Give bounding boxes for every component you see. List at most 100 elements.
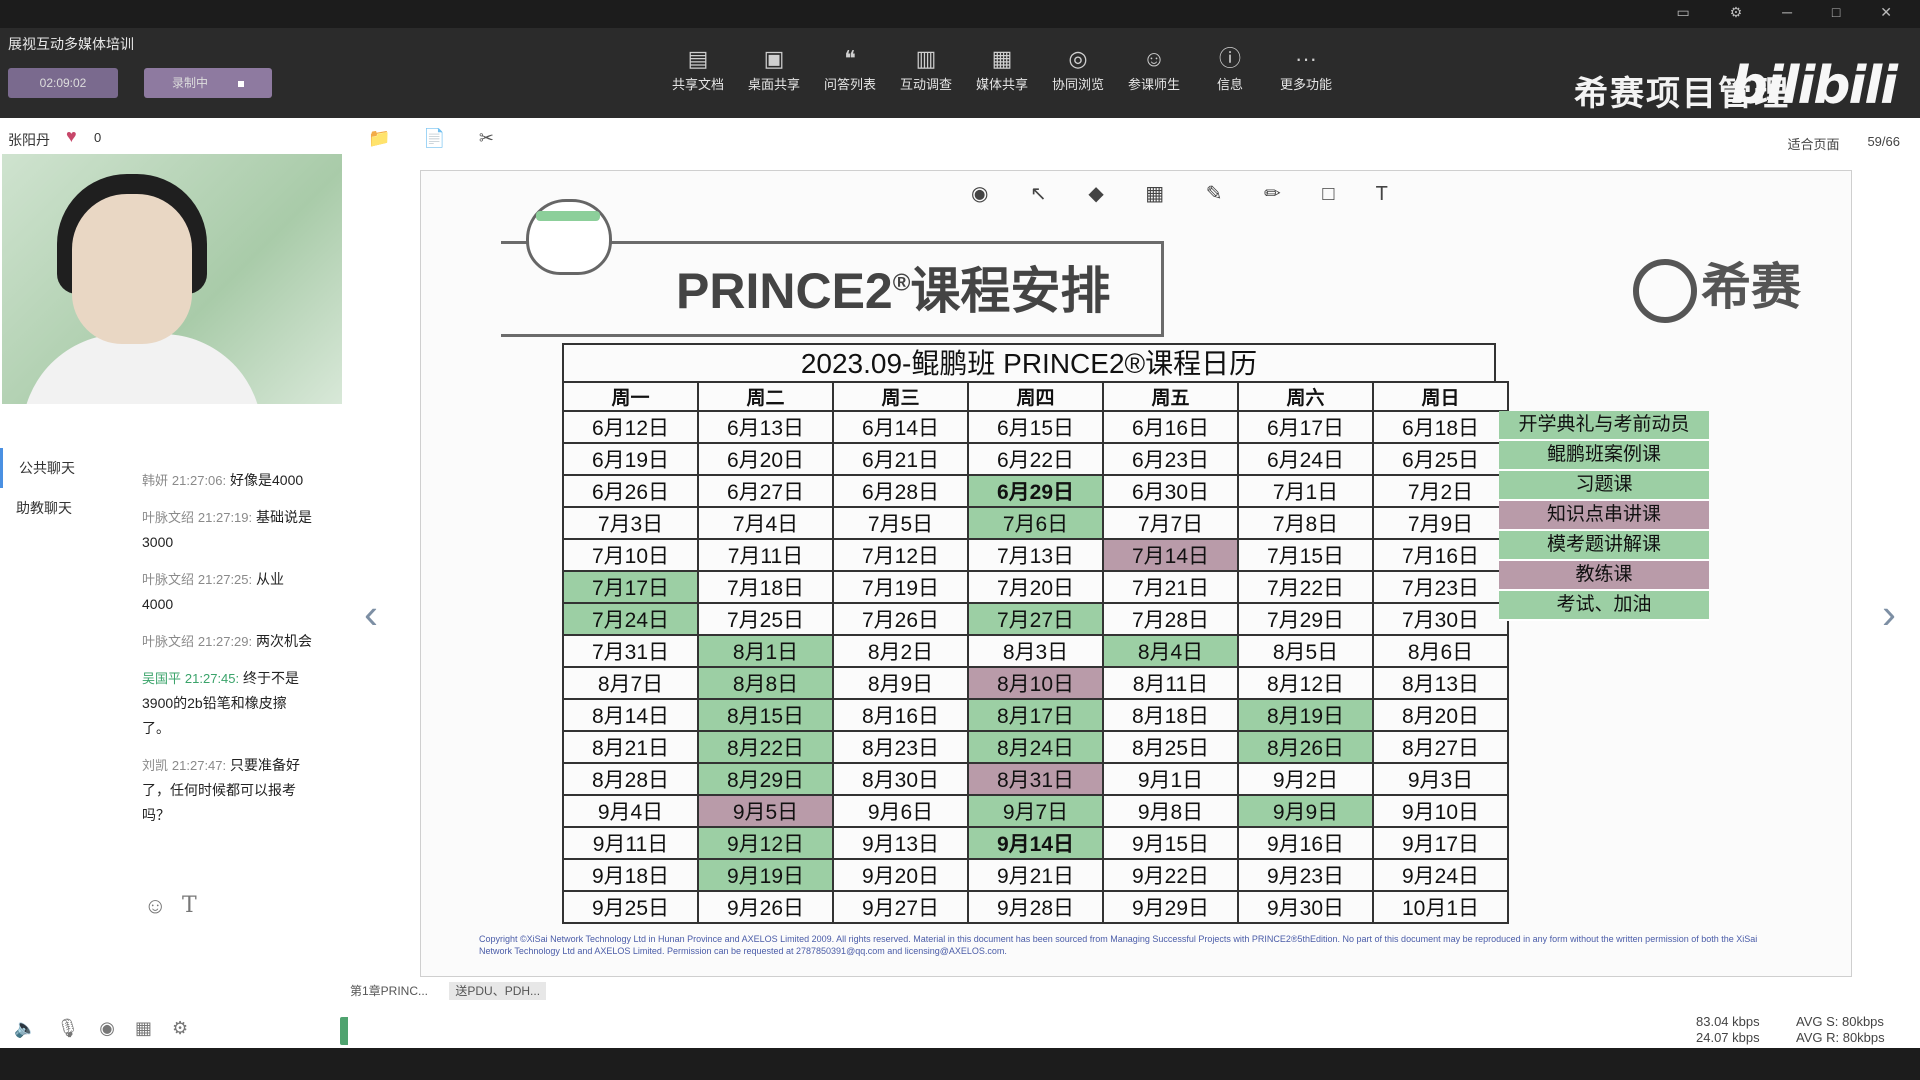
calendar-row: 9月18日 9月19日 9月20日 9月21日 9月22日 9月23日 9月24日: [562, 858, 1509, 892]
calendar-row: 7月24日 7月25日 7月26日 7月27日 7月28日 7月29日 7月30日: [562, 602, 1509, 636]
calendar-row: 7月31日 8月1日 8月2日 8月3日 8月4日 8月5日 8月6日: [562, 634, 1509, 668]
calendar-cell: 10月1日: [1372, 890, 1509, 924]
company-logo-icon: [1633, 258, 1697, 323]
calendar-row: 6月26日 6月27日 6月28日 6月29日 6月30日 7月1日 7月2日: [562, 474, 1509, 508]
slide-title: PRINCE2®课程安排: [676, 263, 1111, 319]
calendar-cell: 6月23日: [1102, 442, 1239, 476]
calendar-cell: 7月10日: [562, 538, 699, 572]
tool-qa-list[interactable]: ❝ 问答列表: [812, 44, 888, 93]
calendar-row: 8月28日 8月29日 8月30日 8月31日 9月1日 9月2日 9月3日: [562, 762, 1509, 796]
bar-chart-icon: ▥: [915, 46, 937, 71]
users-icon: ☺: [1142, 46, 1166, 71]
tool-media-share[interactable]: ▦ 媒体共享: [964, 44, 1040, 93]
calendar-cell: 7月1日: [1237, 474, 1374, 508]
calendar-cell: 7月7日: [1102, 506, 1239, 540]
calendar-row: 7月17日 7月18日 7月19日 7月20日 7月21日 7月22日 7月23日: [562, 570, 1509, 604]
calendar-cell: 9月6日: [832, 794, 969, 828]
calendar-cell: 8月21日: [562, 730, 699, 764]
calendar-title: 2023.09-鲲鹏班 PRINCE2®课程日历: [562, 343, 1496, 383]
tab-public-chat[interactable]: 公共聊天: [0, 448, 100, 488]
window-controls[interactable]: ▭ ⚙ ─ □ ✕: [1677, 4, 1910, 21]
chat-tabs: 公共聊天 助教聊天: [0, 448, 100, 528]
calendar-cell: 8月10日: [967, 666, 1104, 700]
calendar-cell: 8月8日: [697, 666, 834, 700]
calendar-cell: 8月2日: [832, 634, 969, 668]
tool-desktop-share[interactable]: ▣ 桌面共享: [736, 44, 812, 93]
heart-icon[interactable]: ♥: [66, 126, 77, 147]
prev-page-icon[interactable]: ‹: [364, 590, 378, 638]
calendar-cell: 8月6日: [1372, 634, 1509, 668]
doc-toolbar[interactable]: 📁 📄 ✂: [368, 128, 508, 149]
calendar-cell: 8月12日: [1237, 666, 1374, 700]
tab-assistant-chat[interactable]: 助教聊天: [0, 488, 100, 528]
calendar-cell: 7月24日: [562, 602, 699, 636]
calendar-cell: 6月16日: [1102, 410, 1239, 444]
page-mode[interactable]: 适合页面: [1787, 134, 1839, 153]
calendar-cell: 8月27日: [1372, 730, 1509, 764]
calendar-cell: 9月28日: [967, 890, 1104, 924]
avg-send: AVG S: 80kbps: [1796, 1014, 1884, 1029]
timer: 02:09:02: [8, 68, 118, 98]
calendar-cell: 6月13日: [697, 410, 834, 444]
calendar-cell: 8月26日: [1237, 730, 1374, 764]
calendar-cell: 8月7日: [562, 666, 699, 700]
tool-share-docs[interactable]: ▤ 共享文档: [660, 44, 736, 93]
calendar-cell: 8月22日: [697, 730, 834, 764]
calendar-cell: 9月26日: [697, 890, 834, 924]
bilibili-logo: bilibili: [1730, 56, 1898, 116]
record-indicator[interactable]: 录制中: [144, 68, 272, 98]
stop-icon: [238, 80, 244, 87]
calendar-cell: 7月17日: [562, 570, 699, 604]
page-number[interactable]: 59/66: [1867, 134, 1900, 153]
calendar-cell: 8月16日: [832, 698, 969, 732]
calendar-cell: 9月3日: [1372, 762, 1509, 796]
calendar-cell: 9月25日: [562, 890, 699, 924]
calendar-cell: 6月15日: [967, 410, 1104, 444]
calendar-legend: 开学典礼与考前动员 鲲鹏班案例课 习题课 知识点串讲课 模考题讲解课 教练课 考试、加油: [1499, 411, 1709, 621]
emoji-icon[interactable]: ☺: [144, 893, 166, 919]
calendar-cell: 7月13日: [967, 538, 1104, 572]
calendar-cell: 9月24日: [1372, 858, 1509, 892]
next-page-icon[interactable]: ›: [1882, 590, 1896, 638]
calendar-cell: 7月31日: [562, 634, 699, 668]
calendar-row: 7月10日 7月11日 7月12日 7月13日 7月14日 7月15日 7月16日: [562, 538, 1509, 572]
calendar-cell: 9月20日: [832, 858, 969, 892]
tool-info[interactable]: ⓘ 信息: [1192, 44, 1268, 93]
doc-tab[interactable]: 第1章PRINC...: [350, 984, 428, 998]
tool-cobrowse[interactable]: ◎ 协同浏览: [1040, 44, 1116, 93]
text-format-icon[interactable]: T: [182, 893, 197, 918]
calendar-cell: 8月5日: [1237, 634, 1374, 668]
slide-content: ◉ ↖ ◆ ▦ ✎ ✏ □ T PRINCE2®课程安排 希赛 2023.09-…: [420, 170, 1852, 977]
tool-more[interactable]: ··· 更多功能: [1268, 44, 1344, 93]
calendar-cell: 9月14日: [967, 826, 1104, 860]
calendar-cell: 7月27日: [967, 602, 1104, 636]
calendar-cell: 8月30日: [832, 762, 969, 796]
calendar-cell: 8月14日: [562, 698, 699, 732]
calendar-row: 9月25日 9月26日 9月27日 9月28日 9月29日 9月30日 10月1日: [562, 890, 1509, 924]
annotation-tools[interactable]: ◉ ↖ ◆ ▦ ✎ ✏ □ T: [971, 181, 1406, 206]
copyright-notice: Copyright ©XiSai Network Technology Ltd …: [479, 934, 1758, 956]
calendar-cell: 9月27日: [832, 890, 969, 924]
calendar-cell: 9月19日: [697, 858, 834, 892]
chat-message: 吴国平 21:27:45: 终于不是3900的2b铅笔和橡皮擦了。: [142, 670, 300, 736]
calendar-cell: 8月19日: [1237, 698, 1374, 732]
calendar-cell: 6月20日: [697, 442, 834, 476]
tool-survey[interactable]: ▥ 互动调查: [888, 44, 964, 93]
tool-participants[interactable]: ☺ 参课师生: [1116, 44, 1192, 93]
doc-tab[interactable]: 送PDU、PDH...: [449, 982, 547, 1000]
page-controls: 适合页面 59/66: [1787, 134, 1900, 153]
calendar-cell: 7月3日: [562, 506, 699, 540]
calendar-row: 8月21日 8月22日 8月23日 8月24日 8月25日 8月26日 8月27日: [562, 730, 1509, 764]
media-controls[interactable]: 🔈🎙◉▦⚙: [14, 1018, 208, 1039]
calendar-cell: 9月22日: [1102, 858, 1239, 892]
calendar-cell: 8月18日: [1102, 698, 1239, 732]
document-icon: ▤: [687, 46, 709, 71]
calendar-cell: 8月31日: [967, 762, 1104, 796]
top-toolbar: 展视互动多媒体培训 02:09:02 录制中 ▤ 共享文档 ▣ 桌面共享 ❝ 问答列表…: [0, 28, 1920, 118]
upload-rate: 83.04 kbps: [1696, 1014, 1760, 1029]
teacher-name: 张阳丹: [8, 132, 50, 148]
calendar-cell: 9月7日: [967, 794, 1104, 828]
calendar-cell: 6月24日: [1237, 442, 1374, 476]
calendar-cell: 9月10日: [1372, 794, 1509, 828]
calendar-cell: 7月21日: [1102, 570, 1239, 604]
